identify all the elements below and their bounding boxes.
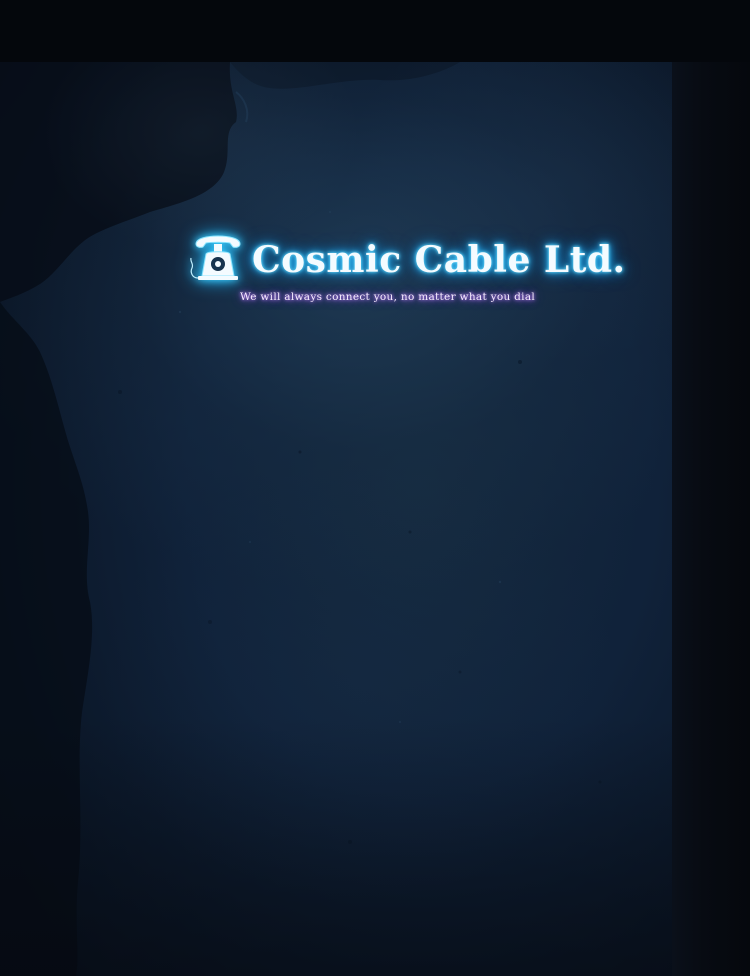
bottom-shadow (0, 716, 676, 976)
rotary-telephone-icon (190, 235, 241, 280)
right-dark-band (672, 62, 750, 976)
page: Cosmic Cable Ltd. We will always connect… (0, 0, 750, 976)
grunge-background-panel (0, 62, 676, 976)
brand-name: Cosmic Cable Ltd. (252, 239, 626, 281)
brand-tagline: We will always connect you, no matter wh… (240, 291, 536, 303)
brand-logo: Cosmic Cable Ltd. We will always connect… (188, 232, 625, 312)
top-dark-band (0, 0, 750, 62)
